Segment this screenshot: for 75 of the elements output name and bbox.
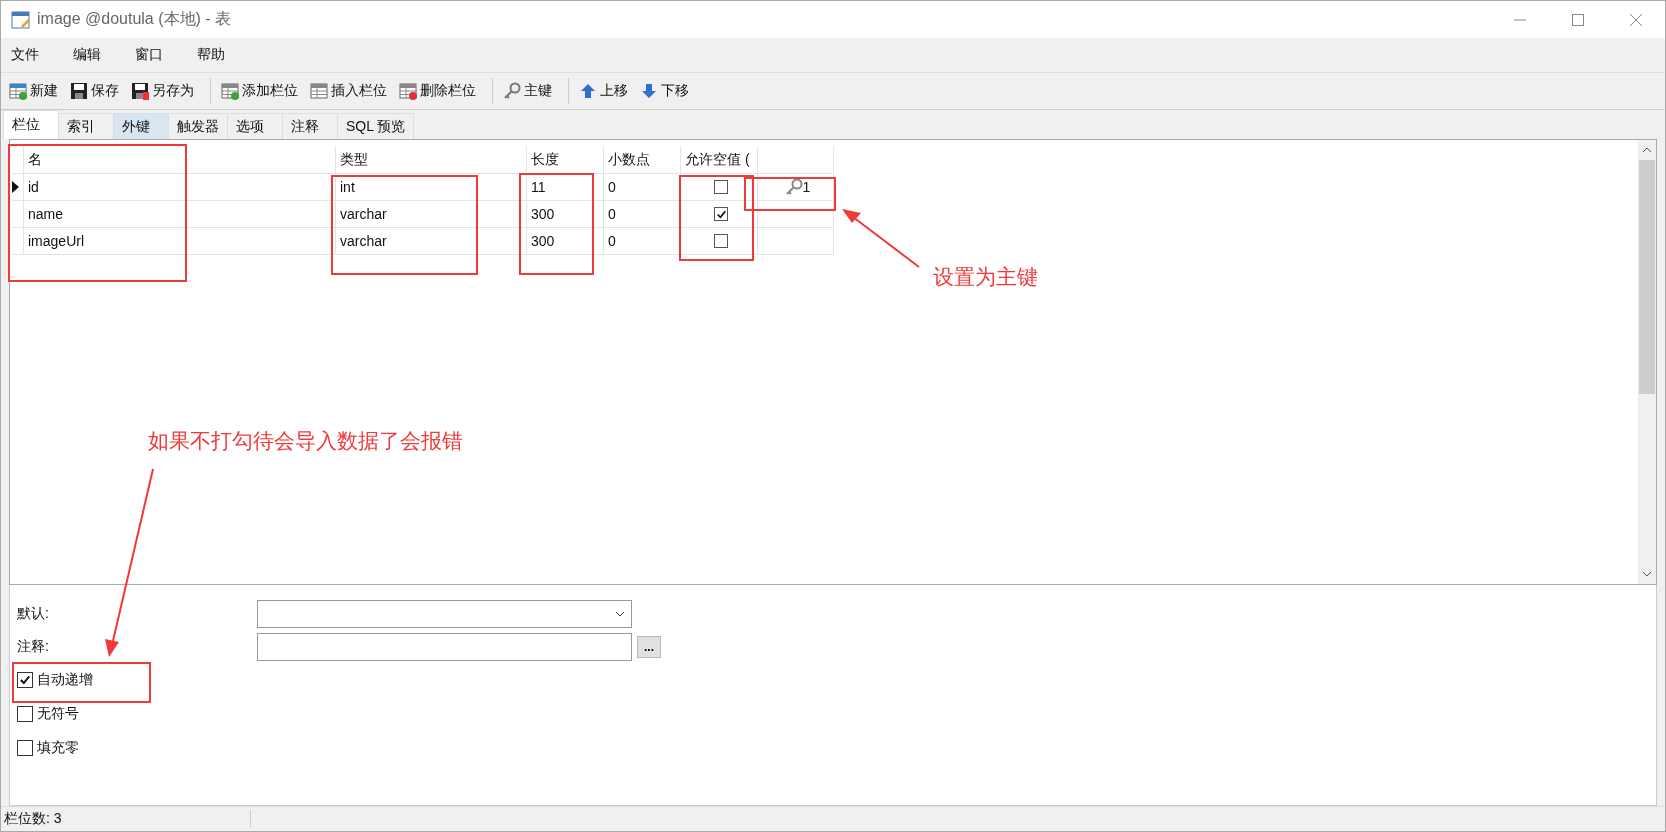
checkbox[interactable]: [17, 706, 33, 722]
close-icon: [1630, 13, 1642, 26]
tab[interactable]: 栏位: [3, 110, 59, 139]
up-arrow-icon: [579, 82, 597, 100]
table-cell: 300: [527, 201, 604, 228]
current-row-icon: [12, 181, 19, 193]
table-cell: name: [24, 201, 336, 228]
table-icon: [310, 82, 328, 100]
table-cell: varchar: [336, 228, 527, 255]
table-cell: 0: [604, 201, 681, 228]
maximize-icon: [1572, 13, 1584, 26]
scroll-up-icon[interactable]: [1642, 146, 1652, 154]
column-header[interactable]: 名: [24, 146, 336, 174]
status-text: 栏位数: 3: [1, 810, 251, 828]
tab[interactable]: SQL 预览: [337, 113, 415, 139]
checkmark-icon: [715, 208, 727, 220]
toolbar-button[interactable]: 插入栏位: [308, 80, 389, 102]
checkbox-label: 无符号: [37, 705, 79, 723]
checkbox[interactable]: [17, 672, 33, 688]
table-cell: imageUrl: [24, 228, 336, 255]
toolbar-button[interactable]: 新建: [7, 80, 60, 102]
floppy-icon: [70, 82, 88, 100]
field-label: 注释:: [17, 637, 50, 656]
toolbar-button[interactable]: 添加栏位: [219, 80, 300, 102]
key-icon: [503, 82, 521, 100]
table-cell: 0: [604, 174, 681, 201]
menu-item[interactable]: 窗口: [127, 46, 189, 64]
header-corner: [12, 146, 24, 174]
browse-button[interactable]: ...: [637, 635, 661, 658]
down-arrow-icon: [640, 82, 658, 100]
table-icon: [11, 9, 31, 30]
checkbox[interactable]: [714, 234, 728, 248]
table-cell: 0: [604, 228, 681, 255]
annotation-text: 如果不打勾待会导入数据了会报错: [148, 428, 463, 454]
input-field[interactable]: [257, 632, 632, 661]
field-label: 默认:: [17, 604, 50, 623]
menu-item[interactable]: 编辑: [65, 46, 127, 64]
tab[interactable]: 外键: [113, 113, 169, 139]
scrollbar[interactable]: [1638, 140, 1656, 584]
table-delete-icon: [399, 82, 417, 100]
toolbar-button[interactable]: 删除栏位: [397, 80, 478, 102]
table-cell: 11: [527, 174, 604, 201]
table-cell: varchar: [336, 201, 527, 228]
checkbox[interactable]: [17, 740, 33, 756]
minimize-icon: [1514, 18, 1526, 21]
table-cell: 300: [527, 228, 604, 255]
column-header[interactable]: 类型: [336, 146, 527, 174]
row-header[interactable]: [12, 174, 24, 201]
column-header[interactable]: 小数点: [604, 146, 681, 174]
checkbox[interactable]: [714, 180, 728, 194]
chevron-down-icon: [615, 610, 625, 617]
toolbar-button[interactable]: 另存为: [129, 80, 196, 102]
toolbar-button[interactable]: 下移: [638, 80, 691, 102]
column-header[interactable]: 长度: [527, 146, 604, 174]
toolbar-button[interactable]: 主键: [501, 80, 554, 102]
annotation-text: 设置为主键: [933, 264, 1038, 290]
key-icon: [784, 178, 803, 196]
checkbox-label: 自动递增: [37, 671, 93, 689]
checkbox[interactable]: [714, 207, 728, 221]
table-cell: id: [24, 174, 336, 201]
column-header[interactable]: 允许空值 (: [681, 146, 758, 174]
table-plus-icon: [221, 82, 239, 100]
toolbar-button[interactable]: 保存: [68, 80, 121, 102]
table-plus-icon: [9, 82, 27, 100]
floppy-icon: [131, 82, 149, 100]
menu-item[interactable]: 文件: [3, 46, 65, 64]
toolbar-button[interactable]: 上移: [577, 80, 630, 102]
scroll-down-icon[interactable]: [1642, 570, 1652, 578]
window-title: image @doutula (本地) - 表: [37, 9, 232, 29]
key-order: 1: [802, 179, 811, 195]
menu-item[interactable]: 帮助: [189, 46, 251, 64]
dropdown[interactable]: [257, 599, 632, 628]
table-cell: int: [336, 174, 527, 201]
checkmark-icon: [19, 674, 31, 686]
checkbox-label: 填充零: [37, 739, 79, 757]
